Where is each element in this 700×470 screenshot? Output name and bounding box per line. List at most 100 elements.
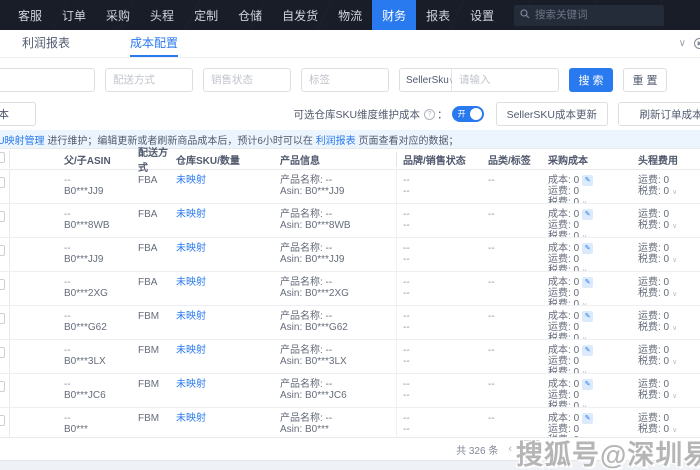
unmapped-link[interactable]: 未映射 [176, 209, 206, 220]
notice-part2: 页面查看对应的数据； [355, 135, 459, 147]
row-checkbox[interactable] [0, 313, 5, 324]
nav-item-9[interactable]: 报表 [416, 0, 460, 30]
row-checkbox[interactable] [0, 381, 5, 392]
global-search[interactable] [514, 4, 664, 26]
nav-item-1[interactable]: 订单 [52, 0, 96, 30]
brand-status-cell: -- -- [396, 204, 488, 237]
edit-cost-icon[interactable]: ✎ [582, 277, 594, 288]
chevron-down-icon[interactable]: ∨ [582, 302, 587, 305]
nav-item-4[interactable]: 定制 [184, 0, 228, 30]
brand-status-cell: -- -- [396, 272, 488, 305]
edit-cost-icon[interactable]: ✎ [582, 413, 594, 424]
chevron-down-icon[interactable]: ∨ [672, 223, 677, 230]
nav-item-7[interactable]: 物流 [328, 0, 372, 30]
edit-cost-icon[interactable]: ✎ [582, 209, 594, 220]
row-checkbox[interactable] [0, 211, 5, 222]
cost-value: 0 [573, 209, 580, 221]
nav-item-8[interactable]: 财务 [372, 0, 417, 30]
chevron-down-icon[interactable]: ∨ [672, 189, 677, 196]
global-search-input[interactable] [535, 9, 658, 21]
row-checkbox[interactable] [0, 245, 5, 256]
category: -- [488, 379, 495, 390]
tab-1[interactable]: 成本配置 [130, 30, 179, 57]
nav-item-10[interactable]: 设置 [460, 0, 504, 30]
chevron-down-icon[interactable]: ∨ [582, 268, 587, 271]
nav-item-6[interactable]: 自发货 [272, 0, 328, 30]
profit-report-link[interactable]: 利润报表 [316, 136, 356, 147]
play-circle-icon[interactable]: ▶ [693, 38, 700, 49]
brand: -- [403, 345, 410, 356]
search-button[interactable]: 搜 索 [569, 68, 613, 92]
unmapped-link[interactable]: 未映射 [176, 311, 206, 322]
first-leg-freight-line: 运费: 0 [638, 345, 670, 356]
reset-button[interactable]: 重 置 [623, 68, 667, 92]
cost-button-partial[interactable]: 成本 [0, 102, 36, 126]
edit-cost-icon[interactable]: ✎ [582, 243, 594, 254]
column-header-4: 产品信息 [280, 155, 320, 167]
prev-page-icon[interactable]: ‹ [508, 443, 512, 455]
category: -- [488, 345, 495, 356]
row-checkbox[interactable] [0, 347, 5, 358]
category: -- [488, 413, 495, 424]
chevron-down-icon[interactable]: ∨ [582, 336, 587, 339]
tag-filter[interactable] [301, 68, 389, 92]
asin-cell: -- B0***8WB [10, 204, 138, 237]
unmapped-link[interactable]: 未映射 [176, 379, 206, 390]
row-checkbox[interactable] [0, 415, 5, 426]
product-name: 产品名称: -- [280, 413, 333, 424]
search-icon [520, 6, 530, 24]
column-header-1: 父/子ASIN [64, 155, 111, 167]
row-checkbox[interactable] [0, 279, 5, 290]
chevron-down-icon[interactable]: ∨ [672, 325, 677, 332]
purchase-tax-line: 税费: 0∨ [548, 299, 634, 305]
nav-item-5[interactable]: 仓储 [228, 0, 272, 30]
sku-keyword-input[interactable] [452, 74, 558, 86]
edit-cost-icon[interactable]: ✎ [582, 175, 594, 186]
unmapped-link[interactable]: 未映射 [176, 277, 206, 288]
nav-item-2[interactable]: 采购 [96, 0, 140, 30]
unmapped-link[interactable]: 未映射 [176, 243, 206, 254]
refresh-order-cost-button[interactable]: 刷新订单成本 [618, 102, 700, 126]
delivery-method-filter[interactable] [105, 68, 193, 92]
edit-cost-icon[interactable]: ✎ [582, 345, 594, 356]
unmapped-link[interactable]: 未映射 [176, 345, 206, 356]
edit-cost-icon[interactable]: ✎ [582, 379, 594, 390]
edit-cost-icon[interactable]: ✎ [582, 311, 594, 322]
toggle-knob [469, 108, 482, 120]
column-header-7: 采购成本 [548, 155, 588, 167]
chevron-down-icon[interactable]: ∨ [672, 393, 677, 400]
purchase-tax-text: 税费: 0 [548, 197, 580, 203]
purchase-cost-cell: 成本: 0✎运费: 0税费: 0∨ [548, 374, 638, 407]
nav-item-3[interactable]: 头程 [140, 0, 184, 30]
delivery-method-cell: FBA [138, 175, 158, 186]
nav-item-0[interactable]: 客服 [8, 0, 52, 30]
chevron-down-icon[interactable]: ∨ [672, 359, 677, 366]
cost-label: 成本: [548, 413, 574, 425]
first-leg-freight-line: 运费: 0 [638, 243, 670, 254]
chevron-down-icon[interactable]: ∨ [582, 234, 587, 237]
row-checkbox[interactable] [0, 177, 5, 188]
unmapped-link[interactable]: 未映射 [176, 175, 206, 186]
seller-sku-cost-update-button[interactable]: SellerSKU成本更新 [495, 102, 608, 126]
purchase-tax-line: 税费: 0∨ [548, 367, 634, 373]
unmapped-link[interactable]: 未映射 [176, 413, 206, 424]
filter-input-1[interactable] [0, 68, 95, 92]
chevron-down-icon[interactable]: ∨ [672, 291, 677, 298]
label-colon: ： [437, 108, 448, 121]
header-checkbox[interactable] [0, 152, 5, 163]
sku-mapping-link[interactable]: SKU映射管理 [0, 136, 45, 147]
cost-value: 0 [573, 175, 580, 187]
tab-0[interactable]: 利润报表 [22, 30, 70, 57]
chevron-down-icon[interactable]: ∨ [582, 404, 587, 407]
sales-status-filter[interactable] [203, 68, 291, 92]
info-icon[interactable]: ? [424, 108, 436, 120]
child-asin: B0***3LX [64, 356, 106, 367]
cost-value: 0 [573, 379, 580, 391]
chevron-down-icon[interactable]: ∨ [582, 370, 587, 373]
chevron-down-icon[interactable]: ∨ [679, 38, 686, 49]
first-leg-tax-text: 税费: 0 [638, 254, 670, 265]
sku-type-select[interactable]: SellerSku ∨ [400, 69, 455, 91]
chevron-down-icon[interactable]: ∨ [582, 200, 587, 203]
sku-dimension-toggle[interactable]: 开 [451, 106, 484, 122]
chevron-down-icon[interactable]: ∨ [672, 257, 677, 264]
